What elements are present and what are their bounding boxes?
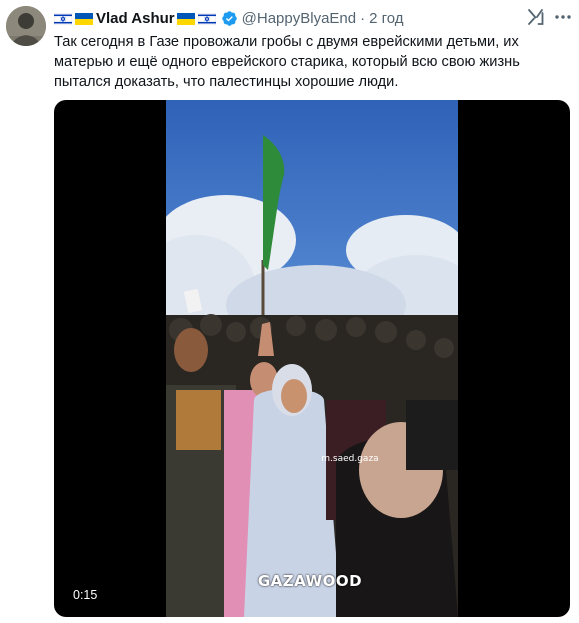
video-player[interactable]: m.saed.gaza GAZAWOOD 0:15 [54, 100, 570, 617]
timestamp[interactable]: 2 год [369, 10, 403, 27]
tweet-text: Так сегодня в Газе провожали гробы с дву… [54, 34, 520, 90]
watermark-brand: GAZAWOOD [257, 572, 363, 590]
avatar[interactable] [6, 6, 46, 46]
watermark-handle: m.saed.gaza [321, 454, 379, 464]
author-handle[interactable]: @HappyBlyaEnd [242, 10, 356, 27]
tweet[interactable]: Vlad Ashur @HappyBlyaEnd · 2 год Так сег… [0, 0, 579, 623]
verified-badge-icon[interactable] [221, 10, 238, 27]
separator-dot: · [360, 9, 366, 27]
ukraine-flag-icon [75, 12, 93, 25]
tweet-header: Vlad Ashur @HappyBlyaEnd · 2 год [53, 8, 404, 28]
author-name[interactable]: Vlad Ashur [96, 10, 175, 27]
video-duration: 0:15 [68, 586, 103, 604]
israel-flag-icon [53, 12, 73, 26]
more-icon[interactable] [553, 8, 573, 26]
ukraine-flag-icon [176, 12, 195, 25]
grok-icon[interactable] [526, 7, 546, 27]
video-frame[interactable]: m.saed.gaza GAZAWOOD [166, 100, 458, 617]
israel-flag-icon [197, 12, 216, 26]
